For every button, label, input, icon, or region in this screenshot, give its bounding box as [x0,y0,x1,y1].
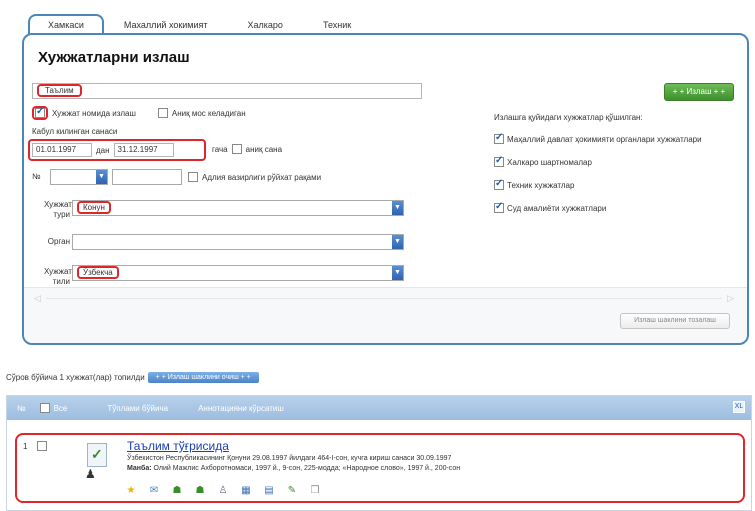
copy-icon[interactable]: ❐ [309,485,321,496]
mail-icon[interactable]: ✉ [148,485,160,496]
organ-label: Орган [47,237,70,246]
users-compare-icon[interactable]: ☗ [194,485,206,496]
included-item[interactable]: Техник хужжатлар [494,178,734,191]
document-title-link[interactable]: Таълим тўғрисида [127,439,229,453]
included-checkbox[interactable] [494,178,504,190]
included-docs: Излашга қуйидаги хужжатлар қўшилган: Маҳ… [494,113,734,214]
excel-export-icon[interactable]: XL [733,401,745,413]
included-item[interactable]: Суд амалиёти хужжатлари [494,201,734,214]
document-icon: ✓ [87,443,107,467]
included-label: Халкаро шартномалар [507,158,592,167]
included-item[interactable]: Маҳаллий давлат ҳокимияти органлари хужж… [494,132,734,145]
tab-local-government[interactable]: Махаллий хокимият [104,16,228,34]
exact-date-checkbox[interactable] [231,144,242,154]
user-icon[interactable]: ♙ [217,485,229,496]
page-title: Хужжатларни излаш [38,49,190,66]
document-details: Ўзбекистон Республикасининг Қонуни 29.08… [127,455,452,462]
row-number: 1 [23,442,28,451]
open-search-form-button[interactable]: + + Излаш шаклини очиш + + [147,372,259,383]
document-actions: ★ ✉ ☗ ☗ ♙ ▦ ▤ ✎ ❐ [125,485,321,496]
included-docs-heading: Излашга қуйидаги хужжатлар қўшилган: [494,113,643,122]
doc-lang-label: Хужжат тили [44,267,72,286]
search-input-value: Таълим [37,84,82,97]
arrow-right-icon[interactable]: ▷ [727,293,734,304]
results-summary: Сўров бўйича 1 хужжат(лар) топилди + + И… [6,372,259,383]
search-button[interactable]: + + Излаш + + [664,83,734,101]
select-all-label: Все [53,403,68,413]
document-source: Манба: Олий Мажлис Ахборотномаси, 1997 й… [127,465,460,472]
organ-select[interactable]: ▼ [72,234,404,250]
name-search-check-wrap [32,106,48,120]
tab-technical[interactable]: Техник [303,16,371,34]
doc-type-label: Хужжат тури [44,200,72,219]
name-search-label: Хужжат номида излаш [52,108,136,118]
show-annotation-link[interactable]: Аннотацияни кўрсатиш [198,404,284,413]
tab-bar: Хамкаси Махаллий хокимият Халкаро Техник [28,12,371,36]
chevron-down-icon: ▼ [392,235,403,249]
reset-form-button[interactable]: Излаш шаклини тозалаш [620,313,730,329]
results-table: № Все Тўплами бўйича Аннотацияни кўрсати… [6,395,752,511]
col-num: № [17,403,26,413]
star-icon[interactable]: ★ [125,485,137,496]
included-label: Маҳаллий давлат ҳокимияти органлари хужж… [507,135,702,144]
exact-match-label: Аниқ мос келадиган [171,108,246,118]
reg-row: Адлия вазирлиги рўйхат рақами [188,172,321,182]
panel-slider[interactable]: ◁ ▷ [34,293,734,305]
number-select[interactable]: ▼ [50,169,108,185]
included-label: Техник хужжатлар [507,181,575,190]
number-input[interactable] [112,169,182,185]
date-range-highlight [28,139,206,161]
doc-lang-value: Ўзбекча [77,266,119,279]
reg-number-label: Адлия вазирлиги рўйхат рақами [202,172,322,182]
tab-international[interactable]: Халкаро [228,16,303,34]
number-label: № [32,172,41,181]
doc-export-icon[interactable]: ▦ [240,485,252,496]
print-icon[interactable]: ▤ [263,485,275,496]
search-panel: Хужжатларни излаш Таълим + + Излаш + + Х… [22,33,749,345]
table-row: 1 ✓ ♟ Таълим тўғрисида Ўзбекистон Респуб… [15,433,745,503]
search-options: Хужжат номида излаш Аниқ мос келадиган [32,106,246,120]
person-icon: ♟ [85,467,96,481]
included-checkbox[interactable] [494,155,504,167]
results-header: № Все Тўплами бўйича Аннотацияни кўрсати… [7,396,751,420]
included-checkbox[interactable] [494,132,504,144]
arrow-left-icon[interactable]: ◁ [34,293,41,304]
number-row: № [32,172,41,181]
users-icon[interactable]: ☗ [171,485,183,496]
date-to-suffix: гача [212,144,228,154]
reg-number-checkbox[interactable] [188,172,198,182]
date-range: 01.01.1997 дан 31.12.1997 [28,139,208,161]
chevron-down-icon: ▼ [392,266,403,280]
name-search-checkbox[interactable] [35,106,45,118]
doc-type-value: Конун [77,201,111,214]
included-checkbox[interactable] [494,201,504,213]
source-text: Олий Мажлис Ахборотномаси, 1997 й., 9-со… [153,465,461,472]
date-label: Кабул килинган санаси [32,127,118,136]
results-count: Сўров бўйича 1 хужжат(лар) топилди [6,373,145,382]
chevron-down-icon: ▼ [96,170,107,184]
included-item[interactable]: Халкаро шартномалар [494,155,734,168]
source-label: Манба: [127,465,152,472]
exact-date-label: аниқ сана [245,144,283,154]
exact-match-checkbox[interactable] [157,108,168,118]
chevron-down-icon: ▼ [392,201,403,215]
select-all-checkbox[interactable] [39,403,50,413]
included-label: Суд амалиёти хужжатлари [507,204,607,213]
exact-date-row: гача аниқ сана [212,144,282,154]
doc-type-select[interactable]: Конун ▼ [72,200,404,216]
search-input[interactable]: Таълим [32,83,422,99]
doc-lang-select[interactable]: Ўзбекча ▼ [72,265,404,281]
row-checkbox[interactable] [37,441,47,451]
edit-icon[interactable]: ✎ [286,485,298,496]
slider-track [46,298,722,299]
sort-collection-link[interactable]: Тўплами бўйича [107,404,168,413]
